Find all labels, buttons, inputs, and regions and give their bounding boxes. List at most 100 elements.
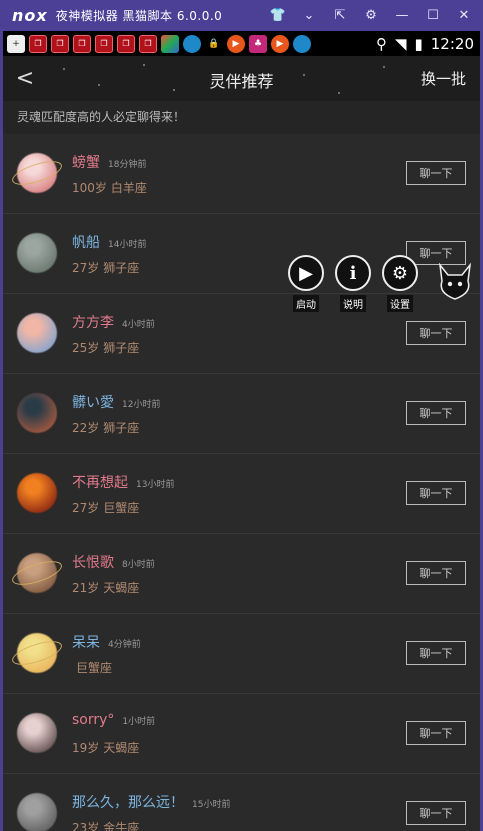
user-age: 19岁	[72, 741, 100, 755]
start-label: 启动	[293, 295, 319, 312]
user-zodiac: 巨蟹座	[103, 501, 140, 515]
user-row[interactable]: 那么久，那么远！ 15小时前 23岁 金牛座 聊一下	[3, 774, 480, 831]
help-button[interactable]: i 说明	[334, 255, 372, 312]
chat-button[interactable]: 聊一下	[406, 481, 466, 505]
user-name-line: sorry° 1小时前	[72, 712, 155, 728]
play-icon[interactable]: ▶	[288, 255, 324, 291]
last-active-time: 4小时前	[122, 320, 155, 330]
black-cat-icon[interactable]	[436, 259, 474, 303]
last-active-time: 13小时前	[136, 480, 175, 490]
user-name: 那么久，那么远！	[72, 795, 184, 811]
minimize-icon[interactable]: —	[389, 3, 415, 29]
user-name: sorry°	[72, 712, 115, 728]
user-name-line: 方方李 4小时前	[72, 312, 155, 332]
user-meta: 22岁 狮子座	[72, 419, 139, 436]
avatar[interactable]	[17, 393, 57, 433]
refresh-button[interactable]: 换一批	[421, 68, 466, 89]
user-row[interactable]: 不再想起 13小时前 27岁 巨蟹座 聊一下	[3, 454, 480, 534]
user-zodiac: 天蝎座	[103, 581, 140, 595]
user-name-line: 螃蟹 18分钟前	[72, 152, 146, 172]
avatar-image	[17, 713, 57, 753]
avatar-image	[17, 473, 57, 513]
chat-button[interactable]: 聊一下	[406, 321, 466, 345]
chat-button[interactable]: 聊一下	[406, 721, 466, 745]
last-active-time: 1小时前	[122, 717, 156, 727]
user-zodiac: 白羊座	[110, 181, 147, 195]
user-name: 方方李	[72, 315, 114, 331]
info-icon[interactable]: i	[335, 255, 371, 291]
user-row[interactable]: 螃蟹 18分钟前 100岁 白羊座 聊一下	[3, 134, 480, 214]
record-icon: ▶	[227, 34, 245, 53]
user-meta: 巨蟹座	[72, 659, 112, 676]
star-decoration	[143, 64, 145, 66]
notify-icon: ❐	[29, 34, 47, 53]
chat-button[interactable]: 聊一下	[406, 801, 466, 825]
notify-icon: ❐	[95, 34, 113, 53]
avatar[interactable]	[17, 233, 57, 273]
avatar[interactable]	[9, 553, 65, 593]
avatar[interactable]	[17, 793, 57, 831]
subtitle: 灵魂匹配度高的人必定聊得来！	[3, 101, 480, 134]
user-name-line: 不再想起 13小时前	[72, 472, 174, 492]
user-name-line: 长恨歌 8小时前	[72, 552, 155, 572]
chat-button[interactable]: 聊一下	[406, 401, 466, 425]
chat-button[interactable]: 聊一下	[406, 161, 466, 185]
last-active-time: 18分钟前	[108, 160, 147, 170]
user-zodiac: 狮子座	[103, 261, 140, 275]
pin-icon[interactable]: ⇱	[327, 3, 353, 29]
header: < 灵伴推荐 换一批	[3, 56, 480, 101]
theme-icon[interactable]: 👕	[265, 3, 291, 29]
user-name-line: 那么久，那么远！ 15小时前	[72, 792, 230, 812]
last-active-time: 14小时前	[108, 240, 147, 250]
settings-label: 设置	[387, 295, 413, 312]
user-row[interactable]: 髒い愛 12小时前 22岁 狮子座 聊一下	[3, 374, 480, 454]
user-name-line: 呆呆 4分钟前	[72, 632, 141, 652]
avatar[interactable]	[9, 633, 65, 673]
notify-icon: ❐	[139, 34, 157, 53]
user-zodiac: 巨蟹座	[76, 661, 113, 675]
app-icon	[293, 34, 311, 53]
user-zodiac: 金牛座	[103, 821, 140, 831]
user-meta: 23岁 金牛座	[72, 819, 139, 831]
last-active-time: 15小时前	[192, 800, 231, 810]
gear-icon[interactable]: ⚙	[382, 255, 418, 291]
start-button[interactable]: ▶ 启动	[287, 255, 325, 312]
avatar-image	[17, 233, 57, 273]
user-age: 27岁	[72, 501, 100, 515]
user-row[interactable]: 呆呆 4分钟前巨蟹座 聊一下	[3, 614, 480, 694]
user-name-line: 帆船 14小时前	[72, 232, 146, 252]
close-icon[interactable]: ✕	[451, 3, 477, 29]
user-row[interactable]: 长恨歌 8小时前 21岁 天蝎座 聊一下	[3, 534, 480, 614]
notify-icon: ❐	[73, 34, 91, 53]
plus-icon: +	[7, 34, 25, 53]
gear-icon[interactable]: ⚙	[358, 3, 384, 29]
chat-button[interactable]: 聊一下	[406, 641, 466, 665]
user-meta: 21岁 天蝎座	[72, 579, 139, 596]
app-icon	[183, 34, 201, 53]
user-name: 不再想起	[72, 475, 128, 491]
chevron-down-icon[interactable]: ⌄	[296, 3, 322, 29]
user-age: 21岁	[72, 581, 100, 595]
avatar[interactable]	[17, 713, 57, 753]
notify-icon: ❐	[117, 34, 135, 53]
user-name: 帆船	[72, 235, 100, 251]
chat-button[interactable]: 聊一下	[406, 561, 466, 585]
settings-button[interactable]: ⚙ 设置	[381, 255, 419, 312]
maximize-icon[interactable]: ☐	[420, 3, 446, 29]
last-active-time: 4分钟前	[108, 640, 141, 650]
app-screen: < 灵伴推荐 换一批 灵魂匹配度高的人必定聊得来！ 螃蟹 18分钟前 100岁 白羊座…	[3, 56, 480, 831]
app-icon	[161, 34, 179, 53]
avatar[interactable]	[9, 153, 65, 193]
user-row[interactable]: sorry° 1小时前 19岁 天蝎座 聊一下	[3, 694, 480, 774]
last-active-time: 12小时前	[122, 400, 161, 410]
avatar[interactable]	[17, 313, 57, 353]
battery-icon: ▮	[414, 34, 423, 53]
status-right: ⚲ ◥ ▮ 12:20	[368, 31, 474, 56]
avatar[interactable]	[17, 473, 57, 513]
page-title: 灵伴推荐	[209, 72, 274, 91]
last-active-time: 8小时前	[122, 560, 155, 570]
user-age: 100岁	[72, 181, 107, 195]
user-name: 长恨歌	[72, 555, 114, 571]
user-age: 22岁	[72, 421, 100, 435]
help-label: 说明	[340, 295, 366, 312]
